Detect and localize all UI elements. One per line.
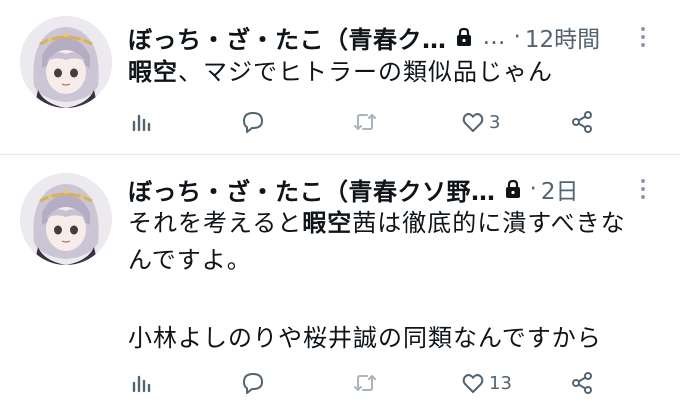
reply-button[interactable] <box>241 363 265 403</box>
action-bar: 13 <box>128 363 608 403</box>
timestamp[interactable]: 12時間 <box>525 20 600 54</box>
tweet-text-pre: それを考えると <box>128 209 303 237</box>
reply-icon <box>243 112 263 133</box>
retweet-button[interactable] <box>353 363 377 403</box>
like-button[interactable]: 13 <box>461 363 512 403</box>
like-button[interactable]: 3 <box>461 102 500 142</box>
timeline: ぼっち・ざ・たこ（青春ク… … · 12時間 暇空、マジでヒトラーの類似品じゃん <box>0 0 680 412</box>
lock-icon <box>455 27 473 47</box>
share-icon <box>572 372 592 394</box>
like-count: 3 <box>489 111 501 133</box>
avatar[interactable] <box>20 173 112 265</box>
share-button[interactable] <box>570 102 594 142</box>
tweet-text-rest: 、マジでヒトラーの類似品じゃん <box>178 58 553 86</box>
views-icon <box>132 375 151 393</box>
avatar[interactable] <box>20 16 112 108</box>
tweet-header: ぼっち・ざ・たこ（青春ク… … · 12時間 <box>128 17 600 57</box>
tweet-header: ぼっち・ざ・たこ（青春クソ野… · 2日 <box>128 169 578 209</box>
more-options-button[interactable] <box>628 17 658 57</box>
like-count: 13 <box>489 372 512 394</box>
views-button[interactable] <box>130 102 154 142</box>
tweet-text-line-3: 小林よしのりや桜井誠の同類なんですから <box>128 324 602 352</box>
views-icon <box>132 114 151 132</box>
separator-dot: · <box>529 176 537 202</box>
share-button[interactable] <box>570 363 594 403</box>
retweet-icon <box>354 114 376 130</box>
views-button[interactable] <box>130 363 154 403</box>
author-handle[interactable]: … <box>483 24 506 50</box>
action-bar: 3 <box>128 102 608 142</box>
share-icon <box>572 111 592 133</box>
tweet-text-bold: 暇空 <box>302 209 353 237</box>
more-icon <box>641 179 645 199</box>
tweet[interactable]: ぼっち・ざ・たこ（青春クソ野… · 2日 それを考えると暇空茜は徹底的に潰すべき… <box>0 155 680 412</box>
tweet-text-post: 茜は徹底的に潰すべきな <box>352 209 626 237</box>
retweet-icon <box>354 375 376 391</box>
reply-button[interactable] <box>241 102 265 142</box>
more-icon <box>641 27 645 47</box>
avatar-illustration <box>20 173 112 265</box>
author-name[interactable]: ぼっち・ざ・たこ（青春クソ野… <box>128 172 496 207</box>
avatar-illustration <box>20 16 112 108</box>
like-icon <box>462 374 484 393</box>
lock-icon <box>504 179 522 199</box>
tweet-text-line-2: んですよ。 <box>128 246 252 274</box>
tweet-text-line-1: それを考えると暇空茜は徹底的に潰すべきな <box>128 206 626 241</box>
author-name[interactable]: ぼっち・ざ・たこ（青春ク… <box>128 20 447 55</box>
tweet[interactable]: ぼっち・ざ・たこ（青春ク… … · 12時間 暇空、マジでヒトラーの類似品じゃん <box>0 0 680 154</box>
more-options-button[interactable] <box>628 169 658 209</box>
reply-icon <box>243 373 263 394</box>
retweet-button[interactable] <box>353 102 377 142</box>
like-icon <box>462 113 484 132</box>
separator-dot: · <box>513 24 521 50</box>
tweet-text-bold: 暇空 <box>128 58 178 86</box>
timestamp[interactable]: 2日 <box>541 172 579 206</box>
tweet-text: 暇空、マジでヒトラーの類似品じゃん <box>128 55 553 90</box>
